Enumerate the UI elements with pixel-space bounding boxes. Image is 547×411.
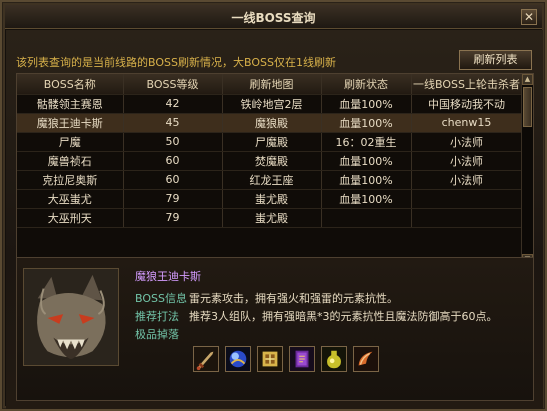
window-title: 一线BOSS查询 [231,11,316,25]
cell-refresh-map: 红龙王座 [222,170,322,190]
cell-refresh-map: 尸魔殿 [222,132,322,152]
cell-refresh-status [321,208,412,228]
header-boss-level: BOSS等级 [123,74,223,95]
drops-label: 极品掉落 [135,328,179,341]
potion-icon[interactable] [321,346,347,372]
table-header-row: BOSS名称 BOSS等级 刷新地图 刷新状态 一线BOSS上轮击杀者 [17,74,523,95]
close-button[interactable]: ✕ [521,9,537,25]
description-text: 该列表查询的是当前线路的BOSS刷新情况，大BOSS仅在1线刷新 [16,56,336,69]
header-last-killer: 一线BOSS上轮击杀者 [411,74,523,95]
cell-refresh-map: 蚩尤殿 [222,208,322,228]
cell-last-killer: 小法师 [411,151,523,171]
cell-boss-level: 60 [123,151,223,171]
cell-last-killer [411,208,523,228]
cell-last-killer [411,189,523,209]
table-row[interactable]: 魔狼王迪卡斯 45 魔狼殿 血量100% chenw15 [17,113,523,133]
tactic-value: 推荐3人组队，拥有强暗黑*3的元素抗性且魔法防御高于60点。 [189,310,498,323]
cell-refresh-status: 血量100% [321,151,412,171]
table-row[interactable]: 大巫刑天 79 蚩尤殿 [17,208,523,228]
cell-boss-name: 魔狼王迪卡斯 [17,113,124,133]
cell-refresh-map: 焚魔殿 [222,151,322,171]
cell-refresh-status: 血量100% [321,113,412,133]
boss-table: BOSS名称 BOSS等级 刷新地图 刷新状态 一线BOSS上轮击杀者 骷髅领主… [16,73,534,266]
wolf-king-portrait-icon [24,269,118,365]
table-row[interactable]: 大巫蚩尤 79 蚩尤殿 血量100% [17,189,523,209]
scroll-icon[interactable] [257,346,283,372]
cell-refresh-status: 16：02重生 [321,132,412,152]
cell-boss-name: 尸魔 [17,132,124,152]
header-refresh-map: 刷新地图 [222,74,322,95]
detail-boss-name: 魔狼王迪卡斯 [135,270,201,283]
cell-refresh-status: 血量100% [321,170,412,190]
cell-refresh-status: 血量100% [321,189,412,209]
boss-info-value: 雷元素攻击，拥有强火和强雷的元素抗性。 [189,292,398,305]
cell-last-killer: 中国移动我不动 [411,94,523,114]
cell-boss-name: 克拉尼奥斯 [17,170,124,190]
cell-boss-name: 大巫蚩尤 [17,189,124,209]
cell-boss-level: 45 [123,113,223,133]
table-row[interactable]: 尸魔 50 尸魔殿 16：02重生 小法师 [17,132,523,152]
cell-last-killer: 小法师 [411,170,523,190]
table-scrollbar[interactable]: ▲ ▼ [521,74,533,265]
boss-query-window: 一线BOSS查询 ✕ 该列表查询的是当前线路的BOSS刷新情况，大BOSS仅在1… [0,0,547,411]
cell-refresh-map: 蚩尤殿 [222,189,322,209]
cell-boss-level: 79 [123,189,223,209]
header-refresh-status: 刷新状态 [321,74,412,95]
cell-boss-level: 42 [123,94,223,114]
table-row[interactable]: 魔兽祯石 60 焚魔殿 血量100% 小法师 [17,151,523,171]
boss-detail-panel: 魔狼王迪卡斯 BOSS信息 雷元素攻击，拥有强火和强雷的元素抗性。 推荐打法 推… [16,257,534,401]
cell-boss-name: 大巫刑天 [17,208,124,228]
cell-refresh-map: 铁岭地宫2层 [222,94,322,114]
boss-info-label: BOSS信息 [135,292,187,305]
boss-portrait [23,268,119,366]
cell-boss-level: 79 [123,208,223,228]
cell-last-killer: 小法师 [411,132,523,152]
cell-boss-name: 魔兽祯石 [17,151,124,171]
cell-boss-name: 骷髅领主赛恩 [17,94,124,114]
cell-last-killer: chenw15 [411,113,523,133]
refresh-list-button[interactable]: 刷新列表 [459,50,532,70]
sword-icon[interactable] [193,346,219,372]
title-bar: 一线BOSS查询 ✕ [5,5,542,29]
cell-refresh-map: 魔狼殿 [222,113,322,133]
horn-icon[interactable] [353,346,379,372]
cell-boss-level: 60 [123,170,223,190]
scroll-thumb[interactable] [523,87,532,127]
scroll-up-button[interactable]: ▲ [522,74,533,85]
cell-refresh-status: 血量100% [321,94,412,114]
cell-boss-level: 50 [123,132,223,152]
table-row[interactable]: 骷髅领主赛恩 42 铁岭地宫2层 血量100% 中国移动我不动 [17,94,523,114]
orb-icon[interactable] [225,346,251,372]
header-boss-name: BOSS名称 [17,74,124,95]
tactic-label: 推荐打法 [135,310,179,323]
table-row[interactable]: 克拉尼奥斯 60 红龙王座 血量100% 小法师 [17,170,523,190]
book-icon[interactable] [289,346,315,372]
window-content: 该列表查询的是当前线路的BOSS刷新情况，大BOSS仅在1线刷新 刷新列表 BO… [6,30,543,409]
